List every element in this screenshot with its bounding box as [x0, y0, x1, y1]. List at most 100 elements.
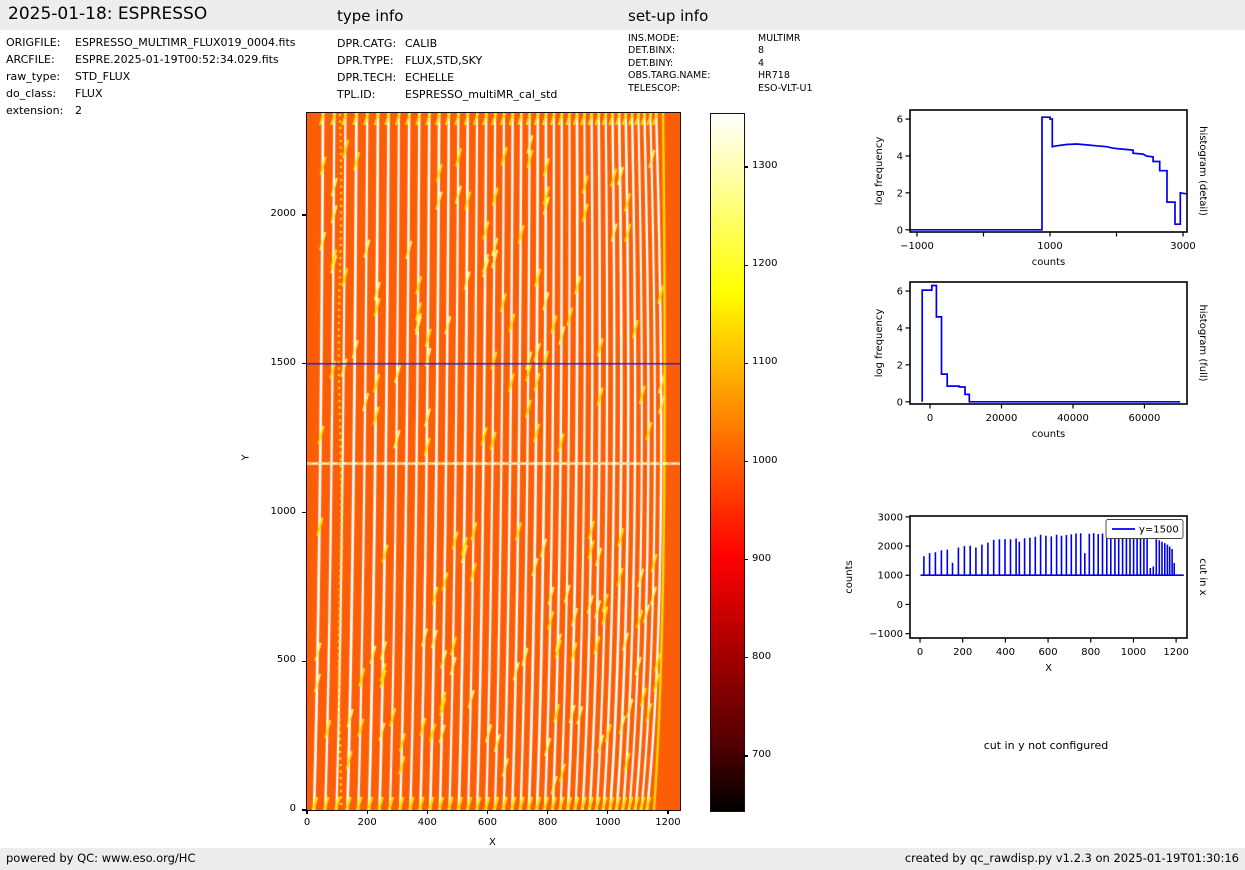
info-row: ORIGFILE: ESPRESSO_MULTIMR_FLUX019_0004.f…: [6, 34, 296, 51]
colorbar-tick: [744, 264, 748, 266]
main-y-tick: [302, 511, 306, 514]
y-tick-label: 2: [897, 360, 903, 371]
x-tick-label: 400: [996, 647, 1015, 658]
main-y-tick-label: 0: [289, 803, 296, 814]
main-x-tick-label: 600: [477, 817, 498, 828]
type-info-title: type info: [337, 7, 404, 25]
setup-info-title: set-up info: [628, 7, 709, 25]
main-y-axis-label: Y: [240, 454, 252, 461]
colorbar-tick-label: 1100: [752, 356, 778, 368]
main-x-tick-label: 1000: [595, 817, 621, 828]
footer-left-text: powered by QC: www.eso.org/HC: [6, 851, 196, 865]
y-tick-label: 6: [897, 287, 903, 298]
x-tick-label: 1200: [1163, 647, 1188, 658]
y-tick-label: 1000: [878, 571, 903, 582]
main-x-tick: [607, 810, 609, 814]
legend-label: y=1500: [1139, 525, 1179, 536]
main-x-tick-label: 0: [303, 817, 311, 828]
cut-in-x-plot: 0 200 400 600 800 1000 1200 −1000 0 1000 2000 3000 X…: [844, 512, 1208, 674]
main-y-tick: [302, 363, 306, 365]
y-tick-label: −1000: [869, 629, 903, 640]
info-row: DET.BINY: 4: [628, 58, 813, 70]
info-value: HR718: [758, 70, 790, 82]
info-row: TPL.ID: ESPRESSO_multiMR_cal_std: [337, 86, 557, 103]
main-x-tick: [667, 810, 669, 814]
info-value: FLUX: [75, 87, 103, 100]
colorbar-tick-label: 900: [752, 552, 772, 564]
main-y-tick: [302, 214, 306, 216]
x-tick-label: 1000: [1037, 241, 1062, 252]
main-x-tick: [547, 810, 549, 814]
x-tick-label: 600: [1039, 647, 1058, 658]
main-x-tick-label: 1200: [655, 817, 681, 828]
x-tick-label: −1000: [900, 241, 934, 252]
main-y-tick: [302, 809, 306, 811]
x-axis-label: counts: [1032, 429, 1065, 440]
info-row: DPR.TYPE: FLUX,STD,SKY: [337, 52, 557, 69]
info-label: do_class:: [6, 87, 57, 100]
main-x-tick: [486, 810, 489, 814]
info-label: DET.BINY:: [628, 57, 674, 69]
colorbar: [710, 113, 745, 812]
raw-image-canvas: [307, 113, 680, 810]
info-value: 4: [758, 57, 765, 69]
info-row: INS.MODE: MULTIMR: [628, 33, 813, 45]
colorbar-tick-label: 1000: [752, 454, 778, 466]
y-tick-label: 4: [897, 151, 903, 162]
colorbar-tick: [744, 166, 748, 168]
info-row: DPR.TECH: ECHELLE: [337, 69, 557, 86]
info-row: DPR.CATG: CALIB: [337, 35, 557, 52]
type-info-block: DPR.CATG: CALIB DPR.TYPE: FLUX,STD,SKY DPR.T…: [337, 35, 557, 103]
footer-right-text: created by qc_rawdisp.py v1.2.3 on 2025-…: [904, 851, 1239, 865]
colorbar-tick: [744, 657, 748, 659]
main-x-tick-label: 400: [417, 817, 437, 828]
info-label: INS.MODE:: [628, 33, 680, 44]
main-x-tick: [426, 810, 428, 814]
y-tick-label: 6: [897, 115, 903, 126]
y-axis-label: counts: [844, 560, 855, 593]
info-value: FLUX,STD,SKY: [405, 54, 483, 67]
info-label: extension:: [6, 104, 64, 117]
x-tick-label: 60000: [1129, 413, 1161, 424]
histogram-full-curve: [921, 284, 1181, 403]
info-label: TELESCOP:: [628, 82, 681, 94]
y-tick-label: 3000: [878, 512, 903, 523]
main-x-tick-label: 200: [357, 817, 377, 828]
right-side-label: cut in x: [1197, 558, 1208, 595]
page-title: 2025-01-18: ESPRESSO: [8, 4, 208, 24]
y-axis-label: log frequency: [874, 137, 885, 206]
info-value: 2: [75, 104, 82, 117]
x-tick-label: 40000: [1057, 413, 1089, 424]
info-label: TPL.ID:: [337, 88, 376, 101]
main-y-tick: [302, 660, 306, 662]
info-label: raw_type:: [6, 70, 61, 83]
x-tick-label: 3000: [1170, 241, 1195, 252]
info-row: extension: 2: [6, 102, 296, 119]
main-x-tick: [306, 810, 308, 814]
info-value: 8: [758, 45, 765, 57]
info-label: DPR.TECH:: [337, 71, 397, 84]
colorbar-tick-label: 700: [752, 749, 772, 760]
cut-in-x-curve: [920, 532, 1184, 576]
file-info-block: ORIGFILE: ESPRESSO_MULTIMR_FLUX019_0004.f…: [6, 34, 296, 119]
info-value: CALIB: [405, 37, 438, 50]
colorbar-tick: [744, 755, 748, 757]
x-tick-label: 200: [953, 647, 972, 658]
y-tick-label: 0: [897, 600, 903, 611]
right-side-label: histogram (full): [1197, 304, 1208, 381]
y-tick-label: 2000: [878, 542, 903, 553]
info-value: MULTIMR: [758, 33, 801, 44]
info-row: OBS.TARG.NAME: HR718: [628, 70, 813, 82]
raw-image-frame: [306, 112, 681, 811]
x-tick-label: 800: [1081, 647, 1100, 658]
y-tick-label: 0: [897, 225, 903, 236]
info-row: TELESCOP: ESO-VLT-U1: [628, 83, 813, 95]
info-label: DPR.CATG:: [337, 37, 397, 50]
info-label: DET.BINX:: [628, 45, 676, 57]
info-label: ARCFILE:: [6, 53, 55, 66]
right-side-label: histogram (detail): [1197, 126, 1208, 216]
colorbar-tick: [744, 362, 748, 364]
main-y-tick-label: 2000: [270, 208, 296, 220]
x-tick-label: 0: [927, 413, 933, 424]
main-y-tick-label: 1500: [270, 356, 296, 368]
